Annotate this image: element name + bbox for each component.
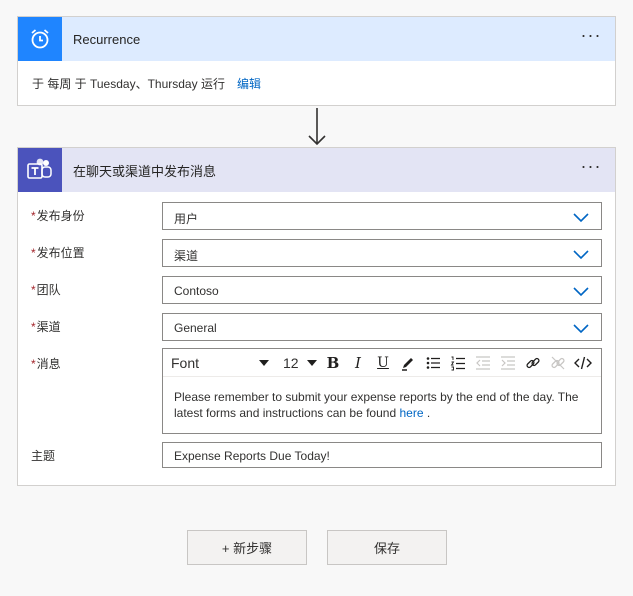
bold-button[interactable]: B [322,352,344,374]
message-here-link[interactable]: here [399,406,423,420]
chevron-down-icon [573,324,589,334]
code-view-icon[interactable] [572,352,594,374]
subject-label: 主题 [31,449,56,463]
caret-down-icon [259,359,269,366]
recurrence-title: Recurrence [73,31,141,47]
more-options-icon[interactable]: ··· [579,157,603,178]
down-arrow-icon [308,108,326,146]
caret-down-icon [307,359,317,366]
link-icon[interactable] [522,352,544,374]
chevron-down-icon [573,287,589,297]
teams-action-card: 在聊天或渠道中发布消息 ··· *发布身份 用户 *发布位置 渠道 *团队 Co… [17,147,616,486]
team-select[interactable]: Contoso [162,276,602,304]
post-as-label: *发布身份 [31,209,85,223]
chevron-down-icon [573,250,589,260]
edit-link[interactable]: 编辑 [237,75,261,92]
message-label: *消息 [31,357,61,371]
more-options-icon[interactable]: ··· [579,26,603,47]
post-in-label: *发布位置 [31,246,85,260]
teams-icon [18,148,62,192]
recurrence-header[interactable]: Recurrence ··· [18,17,615,61]
post-in-select[interactable]: 渠道 [162,239,602,267]
decrease-indent-icon[interactable] [472,352,494,374]
increase-indent-icon[interactable] [497,352,519,374]
italic-button[interactable]: I [347,352,369,374]
message-editor: Font 12 B I U Please remember to submit … [162,348,602,434]
channel-select[interactable]: General [162,313,602,341]
recurrence-card: Recurrence ··· 于 每周 于 Tuesday、Thursday 运… [17,16,616,106]
chevron-down-icon [573,213,589,223]
channel-label: *渠道 [31,320,61,334]
font-family-select[interactable]: Font [169,352,273,374]
underline-button[interactable]: U [372,352,394,374]
team-label: *团队 [31,283,61,297]
alarm-clock-icon [18,17,62,61]
subject-input[interactable]: Expense Reports Due Today! [162,442,602,468]
highlight-pen-icon[interactable] [397,352,419,374]
editor-toolbar: Font 12 B I U [163,349,601,377]
save-button[interactable]: 保存 [327,530,447,565]
message-body[interactable]: Please remember to submit your expense r… [163,377,601,421]
bullet-list-icon[interactable] [422,352,444,374]
teams-action-header[interactable]: 在聊天或渠道中发布消息 ··· [18,148,615,192]
unlink-icon[interactable] [547,352,569,374]
teams-action-title: 在聊天或渠道中发布消息 [73,163,217,179]
font-size-select[interactable]: 12 [281,352,319,374]
new-step-button[interactable]: + 新步骤 [187,530,307,565]
post-as-select[interactable]: 用户 [162,202,602,230]
numbered-list-icon[interactable] [447,352,469,374]
recurrence-summary: 于 每周 于 Tuesday、Thursday 运行 [32,77,225,91]
